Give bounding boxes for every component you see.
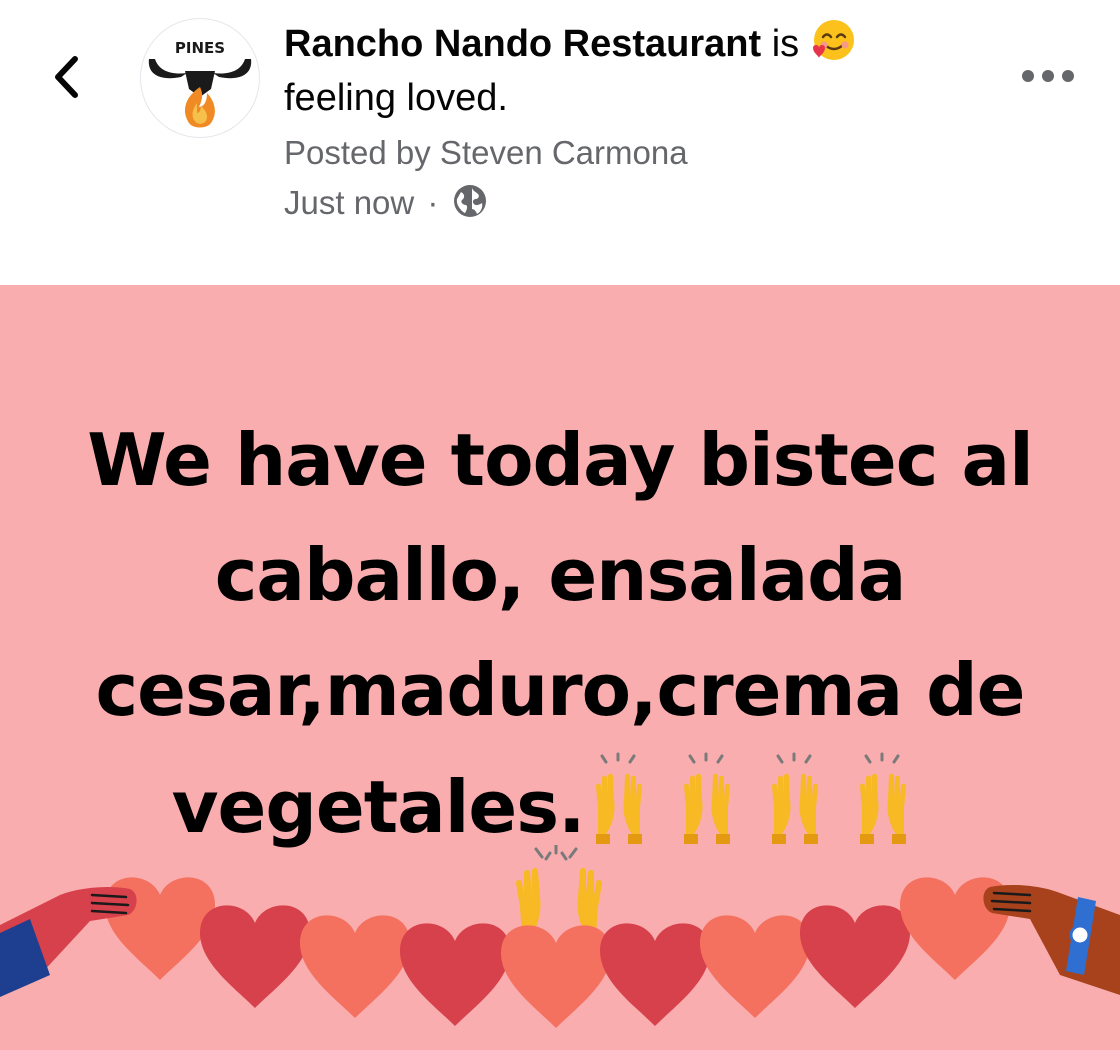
back-button[interactable] [38, 45, 94, 109]
heart-icon [400, 923, 510, 1026]
chevron-left-icon [55, 56, 78, 98]
post-message: We have today bistec al caballo, ensalad… [40, 403, 1080, 877]
more-options-button[interactable] [1016, 58, 1080, 94]
heart-icon [200, 905, 310, 1008]
feeling-emoji-icon [810, 18, 856, 74]
globe-icon[interactable] [452, 183, 488, 228]
post-content[interactable]: We have today bistec al caballo, ensalad… [0, 285, 1120, 1050]
page-avatar[interactable]: PINES [140, 18, 260, 138]
timestamp[interactable]: Just now [284, 184, 414, 221]
more-horizontal-icon [1022, 70, 1074, 82]
post-title: Rancho Nando Restaurant is feeling loved… [284, 18, 924, 122]
heart-icon [800, 905, 910, 1008]
heart-icon [501, 925, 611, 1028]
post-meta: Just now · [284, 183, 488, 228]
feeling-prefix: is [771, 23, 800, 65]
heart-icon [700, 915, 810, 1018]
logo-text: PINES [175, 39, 225, 57]
heart-icon [600, 923, 710, 1026]
posted-by-text[interactable]: Posted by Steven Carmona [284, 134, 688, 171]
meta-separator: · [427, 184, 439, 221]
post-header: PINES Rancho Nando Restaurant is feeling… [0, 0, 1120, 285]
feeling-text: feeling loved. [284, 77, 508, 119]
pines-logo: PINES [148, 39, 252, 128]
page-name-link[interactable]: Rancho Nando Restaurant [284, 23, 761, 65]
posted-by: Posted by Steven Carmona [284, 133, 688, 173]
heart-icon [300, 915, 410, 1018]
hearts-chain-decoration [0, 877, 1120, 1028]
